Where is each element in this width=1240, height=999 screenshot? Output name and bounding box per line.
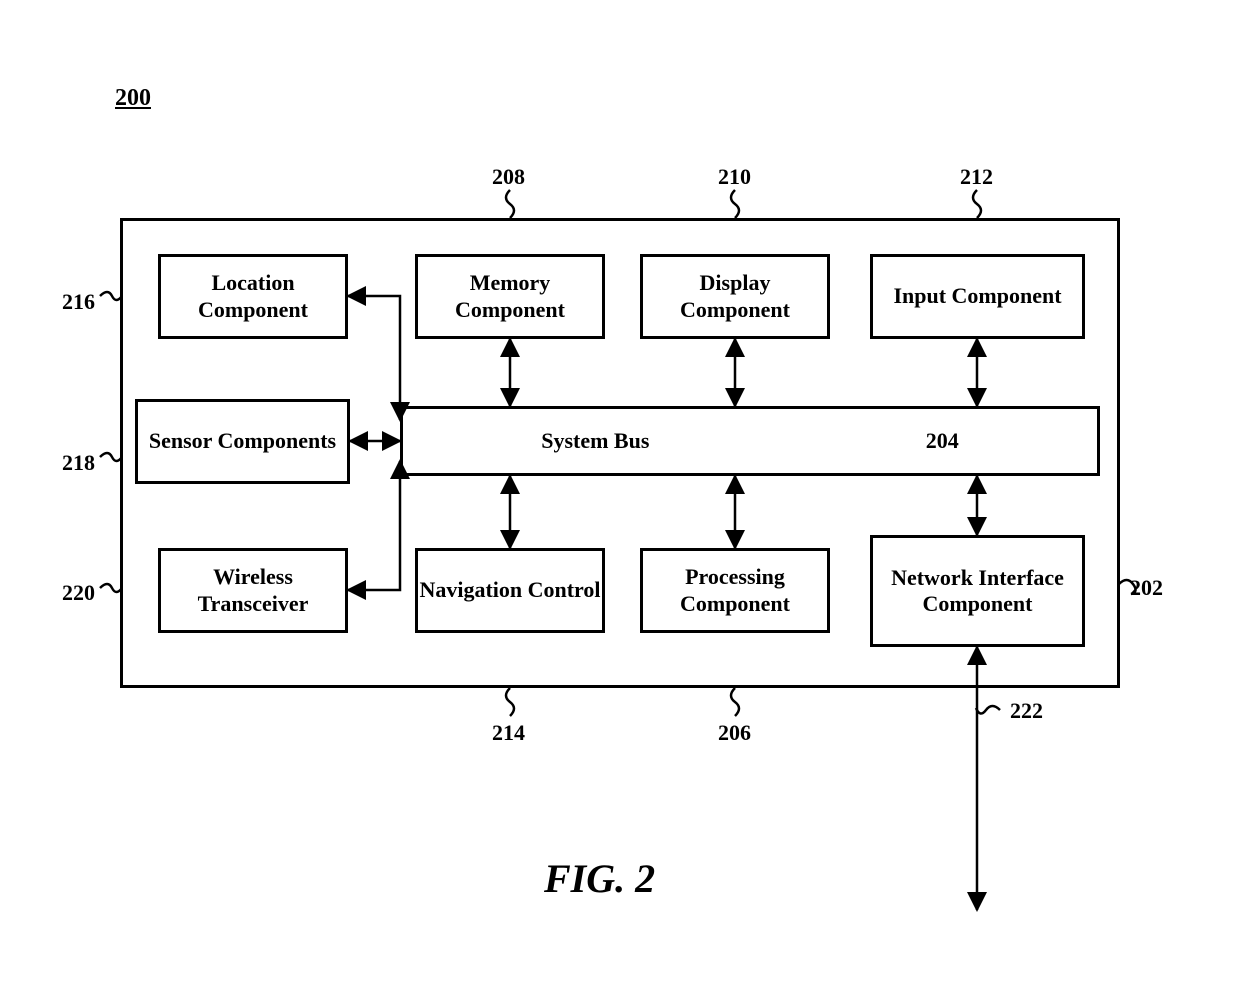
input-component-box: Input Component [870, 254, 1085, 339]
sensor-components-label: Sensor Components [149, 428, 336, 454]
ref-220: 220 [62, 580, 95, 606]
memory-component-label: Memory Component [418, 270, 602, 323]
wireless-transceiver-box: Wireless Transceiver [158, 548, 348, 633]
processing-component-box: Processing Component [640, 548, 830, 633]
sensor-components-box: Sensor Components [135, 399, 350, 484]
network-interface-label: Network Interface Component [873, 565, 1082, 618]
ref-222: 222 [1010, 698, 1043, 724]
display-component-box: Display Component [640, 254, 830, 339]
processing-component-label: Processing Component [643, 564, 827, 617]
location-component-box: Location Component [158, 254, 348, 339]
ref-202: 202 [1130, 575, 1163, 601]
network-interface-box: Network Interface Component [870, 535, 1085, 647]
ref-208: 208 [492, 164, 525, 190]
navigation-control-label: Navigation Control [419, 577, 600, 603]
ref-218: 218 [62, 450, 95, 476]
location-component-label: Location Component [161, 270, 345, 323]
ref-212: 212 [960, 164, 993, 190]
ref-210: 210 [718, 164, 751, 190]
system-bus-label: System Bus [541, 428, 649, 454]
memory-component-box: Memory Component [415, 254, 605, 339]
input-component-label: Input Component [893, 283, 1061, 309]
navigation-control-box: Navigation Control [415, 548, 605, 633]
ref-206: 206 [718, 720, 751, 746]
wireless-transceiver-label: Wireless Transceiver [161, 564, 345, 617]
ref-216: 216 [62, 289, 95, 315]
figure-title: FIG. 2 [544, 855, 655, 902]
figure-ref-200: 200 [115, 85, 151, 112]
system-bus-ref: 204 [926, 428, 959, 454]
system-bus-box: System Bus 204 [400, 406, 1100, 476]
ref-214: 214 [492, 720, 525, 746]
display-component-label: Display Component [643, 270, 827, 323]
